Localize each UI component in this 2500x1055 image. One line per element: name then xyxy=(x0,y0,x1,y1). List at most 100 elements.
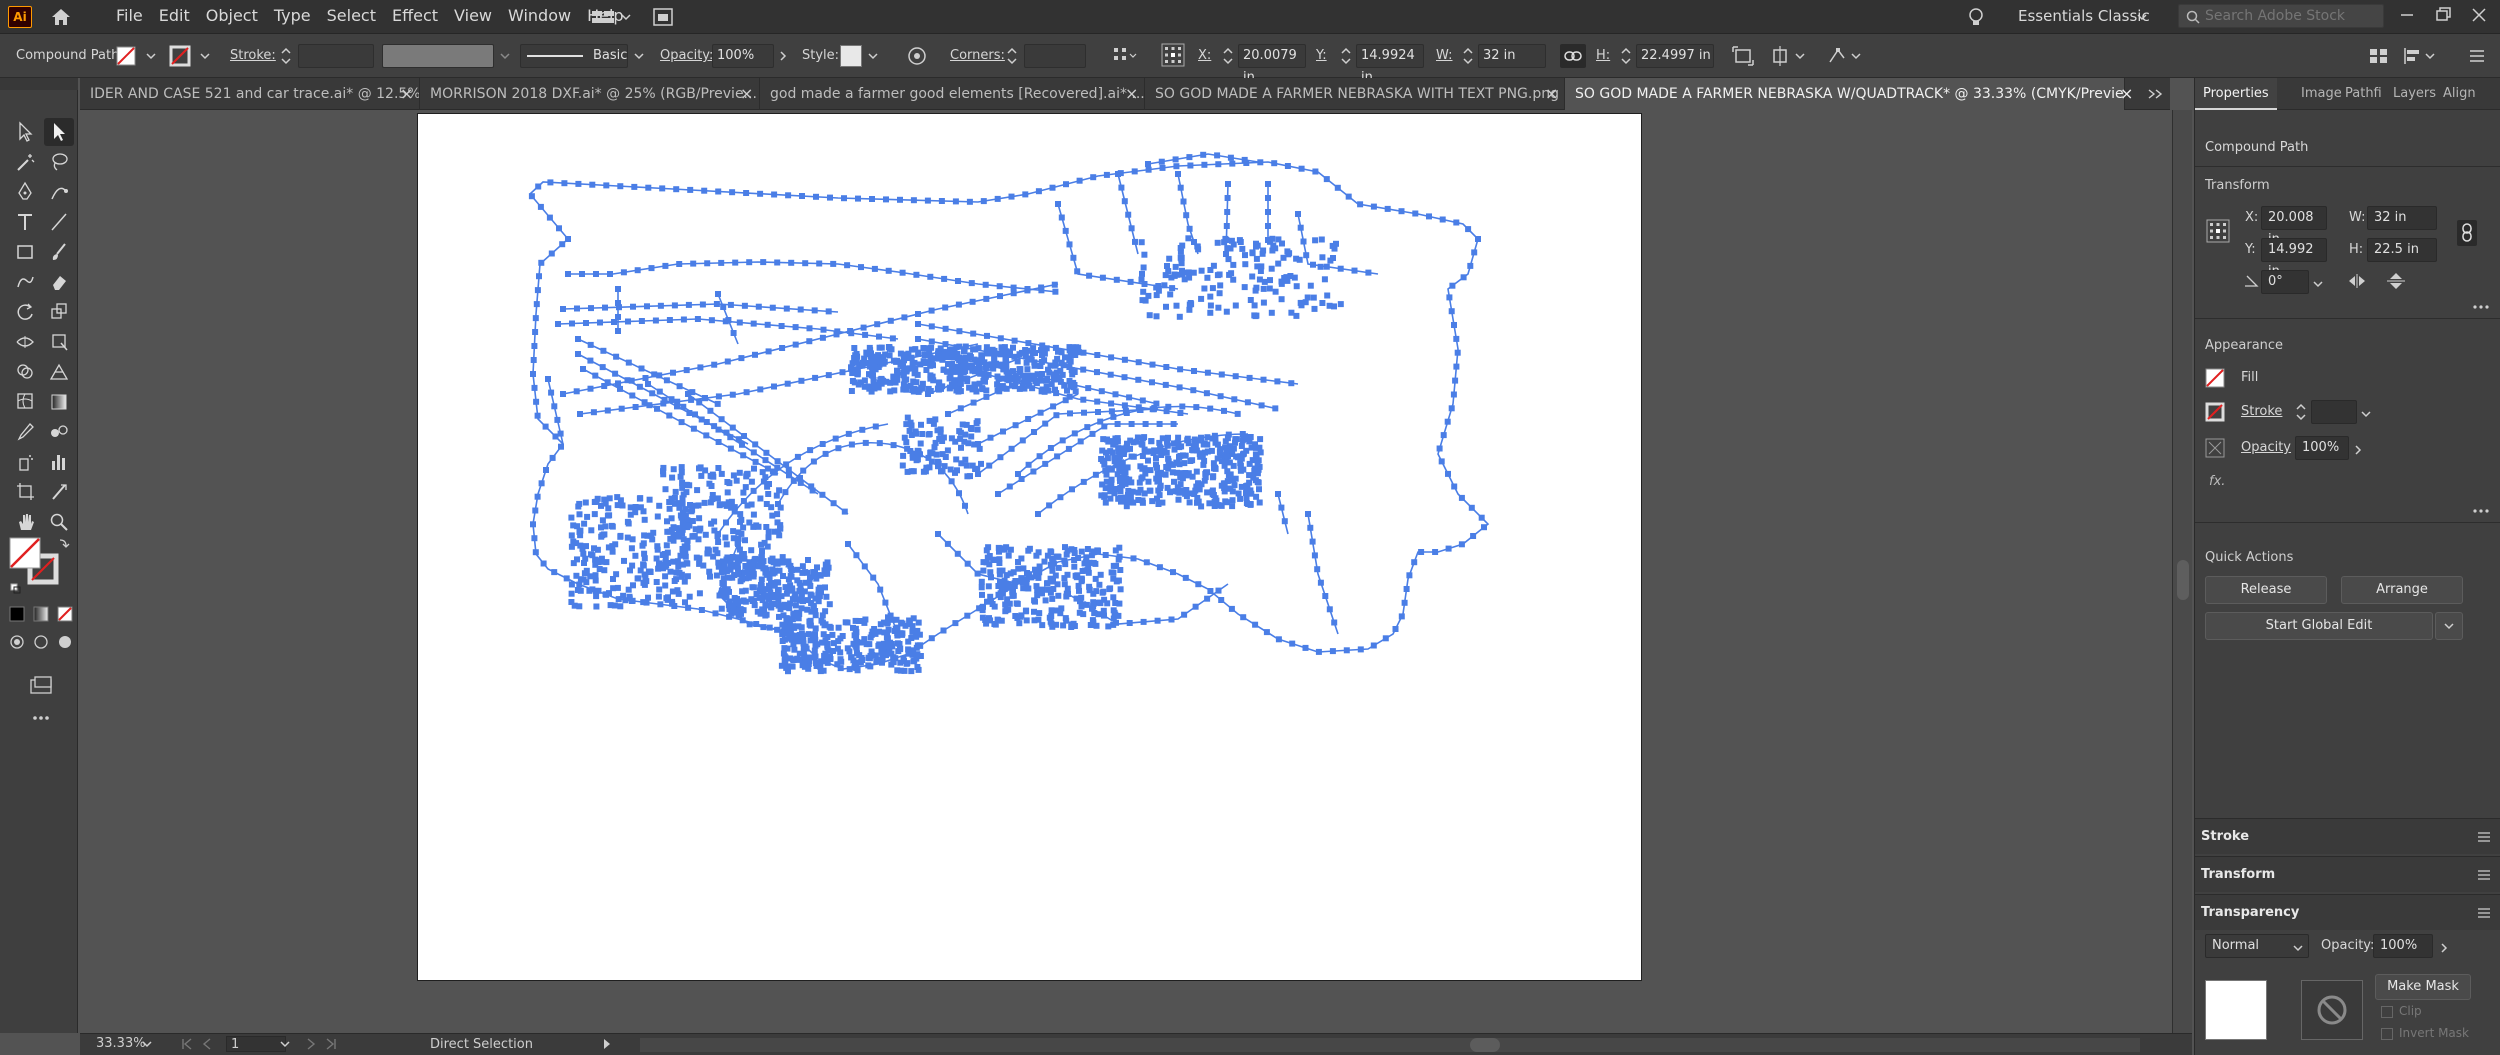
make-mask-button[interactable]: Make Mask xyxy=(2375,974,2471,1000)
anchor-point[interactable] xyxy=(1200,461,1207,468)
h-label[interactable]: H: xyxy=(1596,48,1610,63)
anchor-point[interactable] xyxy=(811,647,818,654)
anchor-point[interactable] xyxy=(1149,379,1155,386)
anchor-point[interactable] xyxy=(978,352,985,359)
anchor-point[interactable] xyxy=(1271,160,1278,167)
anchor-point[interactable] xyxy=(830,648,837,654)
anchor-point[interactable] xyxy=(602,304,608,311)
anchor-point[interactable] xyxy=(963,421,970,428)
anchor-point[interactable] xyxy=(853,665,860,671)
anchor-point[interactable] xyxy=(867,663,874,670)
anchor-point[interactable] xyxy=(1177,248,1184,255)
anchor-point[interactable] xyxy=(1177,366,1184,373)
anchor-point[interactable] xyxy=(1458,541,1465,548)
anchor-point[interactable] xyxy=(811,307,818,314)
anchor-point[interactable] xyxy=(1076,587,1082,594)
anchor-point[interactable] xyxy=(1131,168,1138,175)
anchor-point[interactable] xyxy=(993,361,1000,368)
anchor-point[interactable] xyxy=(835,445,842,452)
anchor-point[interactable] xyxy=(904,468,911,475)
anchor-point[interactable] xyxy=(762,457,769,464)
anchor-point[interactable] xyxy=(676,261,683,267)
anchor-point[interactable] xyxy=(889,335,896,342)
anchor-point[interactable] xyxy=(903,421,910,428)
anchor-point[interactable] xyxy=(589,181,596,188)
anchor-point[interactable] xyxy=(636,495,643,502)
anchor-point[interactable] xyxy=(848,364,854,371)
anchor-point[interactable] xyxy=(794,453,801,460)
anchor-point[interactable] xyxy=(1193,404,1200,411)
anchor-point[interactable] xyxy=(996,571,1003,578)
anchor-point[interactable] xyxy=(1110,594,1117,601)
anchor-point[interactable] xyxy=(970,399,977,406)
anchor-point[interactable] xyxy=(997,454,1004,461)
anchor-point[interactable] xyxy=(574,305,580,312)
anchor-point[interactable] xyxy=(715,426,722,433)
reference-point-icon[interactable] xyxy=(1160,42,1186,68)
anchor-point[interactable] xyxy=(659,185,666,192)
anchor-point[interactable] xyxy=(934,427,941,434)
anchor-point[interactable] xyxy=(1108,400,1115,407)
anchor-point[interactable] xyxy=(746,519,753,526)
anchor-point[interactable] xyxy=(725,499,732,506)
anchor-point[interactable] xyxy=(816,260,823,267)
anchor-point[interactable] xyxy=(796,632,803,638)
anchor-point[interactable] xyxy=(889,643,896,650)
anchor-point[interactable] xyxy=(765,528,772,535)
anchor-point[interactable] xyxy=(1177,410,1184,416)
vertical-scrollbar[interactable] xyxy=(2172,110,2192,1033)
anchor-point[interactable] xyxy=(1297,299,1304,306)
anchor-point[interactable] xyxy=(905,350,912,357)
anchor-point[interactable] xyxy=(710,553,717,560)
anchor-point[interactable] xyxy=(784,625,791,632)
anchor-point[interactable] xyxy=(1018,575,1025,582)
anchor-point[interactable] xyxy=(1224,468,1231,475)
anchor-point[interactable] xyxy=(680,316,687,323)
anchor-point[interactable] xyxy=(1039,371,1046,377)
anchor-point[interactable] xyxy=(1179,403,1186,410)
fill-swatch-icon[interactable] xyxy=(2205,368,2225,388)
anchor-point[interactable] xyxy=(789,616,796,623)
anchor-point[interactable] xyxy=(669,474,676,481)
tab-overflow-icon[interactable] xyxy=(2146,86,2164,102)
anchor-point[interactable] xyxy=(654,543,661,550)
anchor-point[interactable] xyxy=(1058,214,1065,221)
anchor-point[interactable] xyxy=(978,578,985,585)
anchor-point[interactable] xyxy=(908,422,915,429)
anchor-point[interactable] xyxy=(964,378,971,385)
y-stepper-icon[interactable] xyxy=(1340,45,1352,67)
anchor-point[interactable] xyxy=(1171,478,1177,485)
anchor-point[interactable] xyxy=(577,411,583,417)
anchor-point[interactable] xyxy=(1278,296,1285,303)
anchor-point[interactable] xyxy=(822,650,829,657)
anchor-point[interactable] xyxy=(1201,477,1208,484)
scale-tool-icon[interactable] xyxy=(44,298,74,326)
anchor-point[interactable] xyxy=(642,375,649,381)
anchor-point[interactable] xyxy=(898,619,905,626)
anchor-point[interactable] xyxy=(744,502,751,509)
anchor-point[interactable] xyxy=(755,303,762,310)
anchor-point[interactable] xyxy=(1095,409,1101,415)
anchor-point[interactable] xyxy=(1201,285,1208,292)
anchor-point[interactable] xyxy=(1035,188,1042,195)
anchor-point[interactable] xyxy=(675,500,682,507)
slice-tool-icon[interactable] xyxy=(44,478,74,506)
anchor-point[interactable] xyxy=(1179,487,1185,494)
anchor-point[interactable] xyxy=(794,638,801,645)
anchor-point[interactable] xyxy=(713,301,720,307)
anchor-point[interactable] xyxy=(902,384,909,391)
menu-view[interactable]: View xyxy=(446,0,500,34)
anchor-point[interactable] xyxy=(1090,599,1097,606)
anchor-point[interactable] xyxy=(783,590,790,597)
anchor-point[interactable] xyxy=(1324,292,1331,299)
anchor-point[interactable] xyxy=(723,541,730,548)
anchor-point[interactable] xyxy=(1275,236,1282,243)
anchor-point[interactable] xyxy=(1143,559,1150,566)
anchor-point[interactable] xyxy=(879,644,886,651)
anchor-point[interactable] xyxy=(1163,364,1170,370)
anchor-point[interactable] xyxy=(854,650,860,657)
tab-document-2[interactable]: MORRISON 2018 DXF.ai* @ 25% (RGB/Previe.… xyxy=(420,78,760,110)
anchor-point[interactable] xyxy=(839,369,846,376)
anchor-point[interactable] xyxy=(935,531,941,537)
opacity-field[interactable]: 100% xyxy=(2295,436,2349,460)
